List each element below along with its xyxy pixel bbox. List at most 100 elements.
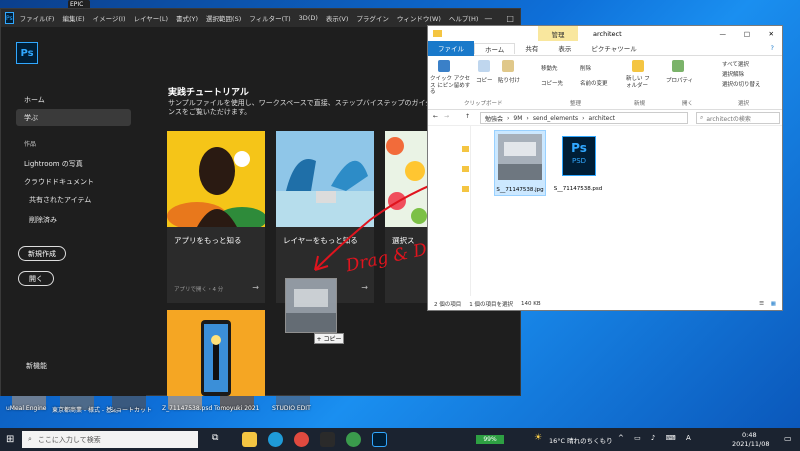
epic-taskbar-icon[interactable] (320, 432, 335, 447)
pin-icon[interactable] (438, 60, 450, 72)
taskbar-search-input[interactable]: ⌕ ここに入力して検索 (22, 431, 198, 448)
breadcrumb-item[interactable]: 勉強会 (485, 114, 503, 123)
dragged-image-thumbnail[interactable] (285, 278, 337, 333)
status-bar: 2 個の項目 1 個の項目を選択 140 KB ☰ ▦ (428, 296, 782, 311)
psd-icon-label: PSD (571, 157, 587, 165)
copy-icon[interactable] (478, 60, 490, 72)
large-icons-view-icon[interactable]: ▦ (771, 301, 776, 307)
menu-help[interactable]: ヘルプ(H) (447, 13, 480, 23)
close-icon[interactable]: ✕ (769, 30, 774, 38)
up-arrow-icon[interactable]: ↑ (465, 113, 470, 120)
tab-view[interactable]: 表示 (548, 43, 581, 53)
back-arrow-icon[interactable]: ← (433, 113, 438, 120)
breadcrumb-item[interactable]: 9M (513, 115, 522, 122)
menu-window[interactable]: ウィンドウ(W) (395, 13, 443, 23)
photoshop-taskbar-icon[interactable] (372, 432, 387, 447)
card-image-woman (167, 131, 265, 227)
group-new: 新規 (634, 101, 646, 107)
photoshop-logo: Ps (16, 42, 38, 64)
notification-icon[interactable]: ▭ (784, 434, 792, 443)
file-item-psd[interactable]: Ps PSD S__71147538.psd (552, 130, 604, 196)
new-folder-icon[interactable] (632, 60, 644, 72)
search-placeholder: ここに入力して検索 (37, 435, 101, 444)
quick-access-button[interactable]: クイック アクセス にピン留めする (430, 76, 474, 96)
file-item-jpg[interactable]: S__71147538.jpg (494, 130, 546, 196)
new-folder-button[interactable]: 新しい フォルダー (626, 76, 652, 89)
search-input[interactable]: ⌕ architectの検索 (696, 112, 780, 124)
move-to-button[interactable]: 移動先 (541, 64, 558, 72)
address-bar[interactable]: 勉強会 › 9M › send_elements › architect (480, 112, 688, 124)
breadcrumb-separator-icon: › (507, 114, 510, 122)
tab-file[interactable]: ファイル (428, 40, 474, 56)
weather-text[interactable]: 16°C 晴れのちくもり (549, 435, 613, 445)
navigation-pane[interactable] (428, 126, 471, 296)
sidebar-item-whats-new[interactable]: 新機能 (26, 361, 47, 371)
delete-button[interactable]: 削除 (580, 64, 591, 72)
chrome2-taskbar-icon[interactable] (346, 432, 361, 447)
copy-button[interactable]: コピー (476, 76, 493, 84)
tab-picture-tools[interactable]: ピクチャツール (581, 43, 646, 53)
tray-icons[interactable]: ^ ▭ ♪ ⌨ A (618, 434, 695, 442)
task-view-icon[interactable]: ⧉ (212, 433, 218, 443)
breadcrumb-item[interactable]: architect (589, 115, 615, 122)
desktop-icon-label: 東京都商業 - 様式 - 基礎 (52, 407, 118, 414)
sidebar-item-learn[interactable]: 学ぶ (24, 113, 38, 123)
menu-filter[interactable]: フィルター(T) (247, 13, 292, 23)
sidebar-item-home[interactable]: ホーム (24, 95, 45, 105)
chrome-taskbar-icon[interactable] (294, 432, 309, 447)
forward-arrow-icon[interactable]: → (444, 113, 449, 120)
rename-button[interactable]: 名前の変更 (580, 79, 608, 87)
explorer-taskbar-icon[interactable] (242, 432, 257, 447)
maximize-icon[interactable]: □ (506, 14, 514, 23)
folder-icon (462, 166, 469, 172)
card-image-phone (167, 310, 265, 396)
new-file-button[interactable]: 新規作成 (18, 246, 66, 261)
menu-select[interactable]: 選択範囲(S) (204, 13, 243, 23)
edge-taskbar-icon[interactable] (268, 432, 283, 447)
invert-selection-button[interactable]: 選択の切り替え (722, 80, 761, 88)
battery-indicator[interactable]: 99% (476, 435, 504, 444)
open-file-button[interactable]: 開く (18, 271, 54, 286)
context-tab-manage[interactable]: 管理 (538, 26, 578, 41)
clock-time[interactable]: 0:48 (742, 431, 757, 439)
sidebar-item-lightroom[interactable]: Lightroom の写真 (24, 159, 83, 169)
select-all-button[interactable]: すべて選択 (722, 60, 749, 68)
psd-icon-ps: Ps (571, 141, 587, 155)
psd-file-icon: Ps PSD (562, 136, 596, 176)
copy-to-button[interactable]: コピー先 (541, 79, 563, 87)
paste-icon[interactable] (502, 60, 514, 72)
menu-edit[interactable]: 編集(E) (60, 13, 86, 23)
menu-layer[interactable]: レイヤー(L) (132, 13, 171, 23)
menu-3d[interactable]: 3D(D) (297, 14, 320, 22)
tab-share[interactable]: 共有 (515, 43, 548, 53)
window-controls: — □ (484, 14, 522, 23)
menu-image[interactable]: イメージ(I) (91, 13, 128, 23)
minimize-icon[interactable]: — (484, 14, 492, 23)
select-none-button[interactable]: 選択解除 (722, 70, 744, 78)
paste-button[interactable]: 貼り付け (498, 76, 520, 84)
group-open: 開く (682, 101, 694, 107)
sidebar-item-deleted[interactable]: 削除済み (29, 215, 57, 225)
breadcrumb-item[interactable]: send_elements (533, 115, 578, 122)
tutorial-card-app[interactable]: アプリをもっと知る アプリで開く・4 分 → (167, 131, 265, 303)
search-icon: ⌕ (28, 435, 32, 443)
details-view-icon[interactable]: ☰ (759, 301, 764, 307)
tab-home[interactable]: ホーム (474, 42, 516, 54)
group-organize: 整理 (570, 101, 582, 107)
help-icon[interactable]: ? (771, 44, 774, 52)
sidebar-item-shared[interactable]: 共有されたアイテム (29, 195, 91, 205)
tutorial-title: 実践チュートリアル (168, 88, 249, 98)
clock-date[interactable]: 2021/11/08 (732, 440, 769, 448)
taskbar: ⊞ ⌕ ここに入力して検索 ⧉ 99% ☀ 16°C 晴れのちくもり ^ ▭ ♪… (0, 428, 800, 451)
maximize-icon[interactable]: □ (744, 30, 750, 38)
minimize-icon[interactable]: — (720, 30, 727, 38)
properties-button[interactable]: プロパティ (666, 76, 693, 84)
menu-type[interactable]: 書式(Y) (174, 13, 200, 23)
windows-start-icon[interactable]: ⊞ (6, 434, 14, 445)
menu-plugins[interactable]: プラグイン (354, 13, 391, 23)
menu-view[interactable]: 表示(V) (324, 13, 351, 23)
tutorial-card-phone[interactable] (167, 310, 265, 396)
sidebar-item-cloud-docs[interactable]: クラウドドキュメント (24, 177, 94, 187)
properties-icon[interactable] (672, 60, 684, 72)
menu-file[interactable]: ファイル(F) (18, 13, 57, 23)
